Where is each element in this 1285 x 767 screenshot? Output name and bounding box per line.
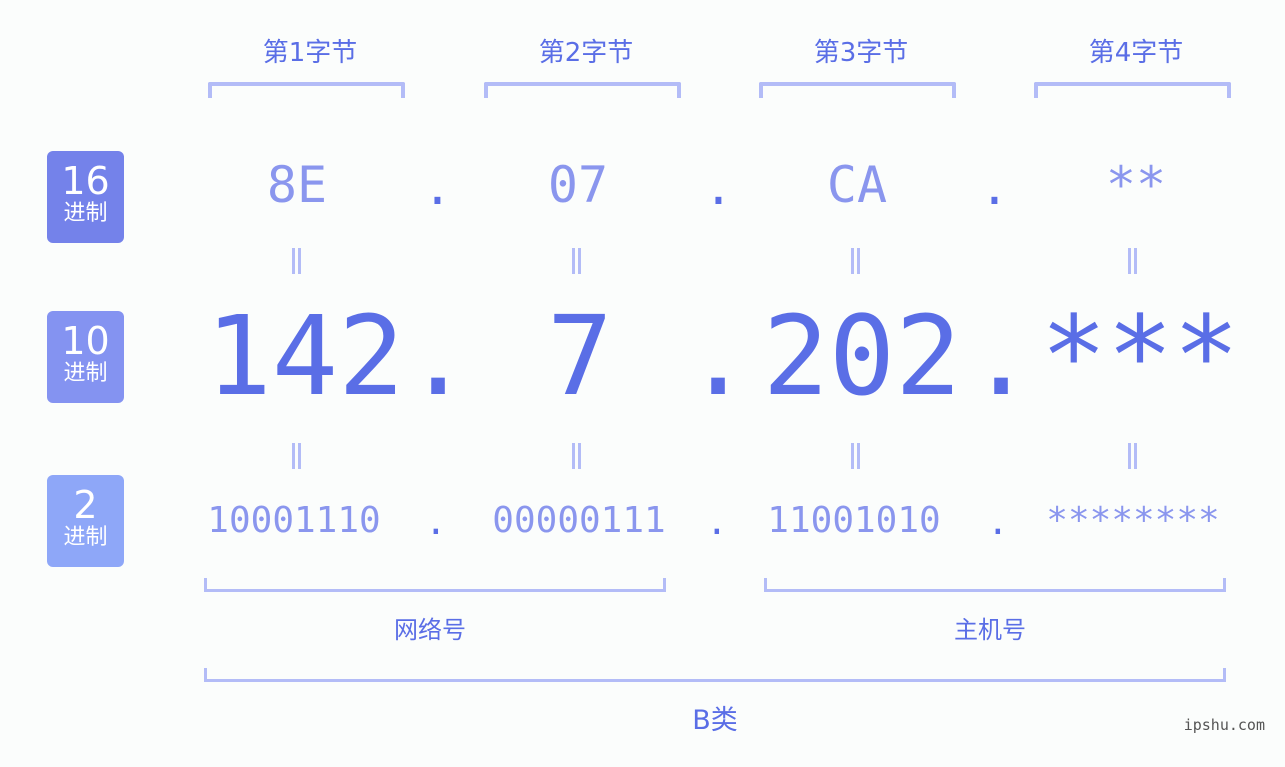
equals-icon bbox=[572, 248, 581, 274]
badge-hex-unit: 进制 bbox=[63, 201, 108, 226]
badge-hex-number: 16 bbox=[61, 159, 110, 203]
host-bracket bbox=[764, 578, 1226, 592]
hex-separator-2: . bbox=[704, 160, 733, 216]
equals-icon bbox=[1128, 443, 1137, 469]
decimal-separator-1: . bbox=[405, 292, 472, 420]
byte-bracket-3 bbox=[759, 82, 956, 98]
badge-hex: 16 进制 bbox=[47, 151, 124, 243]
decimal-byte-2: 7 bbox=[546, 292, 614, 420]
decimal-byte-3: 202 bbox=[762, 292, 962, 420]
hex-byte-3: CA bbox=[826, 156, 888, 214]
decimal-separator-2: . bbox=[685, 292, 752, 420]
decimal-byte-4: *** bbox=[1040, 292, 1240, 420]
hex-separator-1: . bbox=[423, 160, 452, 216]
byte-label-4: 第4字节 bbox=[1088, 38, 1184, 68]
binary-separator-1: . bbox=[425, 502, 447, 543]
equals-icon bbox=[572, 443, 581, 469]
binary-separator-2: . bbox=[706, 502, 728, 543]
network-bracket bbox=[204, 578, 666, 592]
network-label: 网络号 bbox=[394, 616, 466, 644]
hex-byte-2: 07 bbox=[547, 156, 609, 214]
class-label: B类 bbox=[692, 705, 738, 736]
watermark: ipshu.com bbox=[1183, 716, 1265, 734]
binary-byte-3: 11001010 bbox=[767, 500, 941, 541]
equals-icon bbox=[851, 443, 860, 469]
decimal-separator-3: . bbox=[968, 292, 1035, 420]
byte-bracket-4 bbox=[1034, 82, 1231, 98]
byte-label-3: 第3字节 bbox=[813, 38, 909, 68]
byte-bracket-1 bbox=[208, 82, 405, 98]
class-bracket bbox=[204, 668, 1226, 682]
hex-byte-1: 8E bbox=[266, 156, 328, 214]
badge-decimal-number: 10 bbox=[61, 319, 110, 363]
binary-byte-2: 00000111 bbox=[492, 500, 666, 541]
host-label: 主机号 bbox=[954, 616, 1026, 644]
equals-icon bbox=[1128, 248, 1137, 274]
byte-label-2: 第2字节 bbox=[538, 38, 634, 68]
badge-binary-number: 2 bbox=[73, 483, 98, 527]
byte-label-1: 第1字节 bbox=[262, 38, 358, 68]
hex-byte-4: ** bbox=[1105, 156, 1167, 214]
badge-binary: 2 进制 bbox=[47, 475, 124, 567]
badge-decimal: 10 进制 bbox=[47, 311, 124, 403]
equals-icon bbox=[851, 248, 860, 274]
badge-binary-unit: 进制 bbox=[63, 525, 108, 550]
binary-byte-4: ******** bbox=[1046, 500, 1220, 541]
hex-separator-3: . bbox=[980, 160, 1009, 216]
decimal-byte-1: 142 bbox=[205, 292, 405, 420]
binary-byte-1: 10001110 bbox=[207, 500, 381, 541]
equals-icon bbox=[292, 443, 301, 469]
equals-icon bbox=[292, 248, 301, 274]
byte-bracket-2 bbox=[484, 82, 681, 98]
binary-separator-3: . bbox=[987, 502, 1009, 543]
badge-decimal-unit: 进制 bbox=[63, 361, 108, 386]
